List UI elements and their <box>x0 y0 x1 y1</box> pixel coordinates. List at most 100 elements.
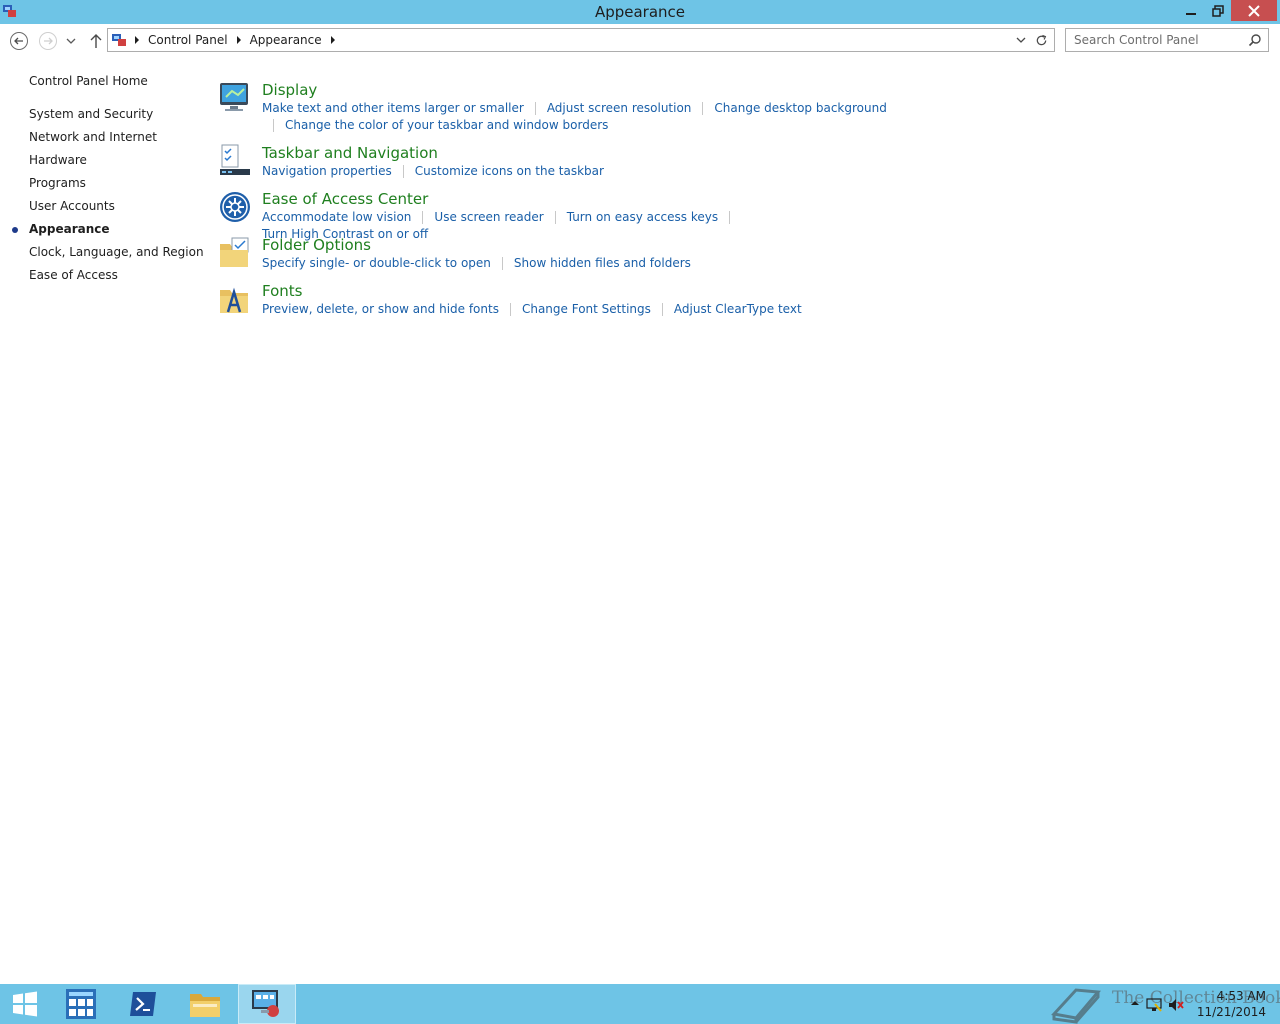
link-divider <box>509 303 511 316</box>
link-change-taskbar-color[interactable]: Change the color of your taskbar and win… <box>285 117 608 134</box>
address-bar[interactable]: Control Panel Appearance <box>107 28 1055 52</box>
link-divider <box>273 119 274 132</box>
link-navigation-properties[interactable]: Navigation properties <box>262 163 392 180</box>
link-preview-fonts[interactable]: Preview, delete, or show and hide fonts <box>262 301 499 318</box>
book-logo-icon <box>1051 988 1102 1024</box>
server-manager-icon <box>66 989 96 1019</box>
link-divider <box>702 102 704 115</box>
link-adjust-cleartype[interactable]: Adjust ClearType text <box>674 301 802 318</box>
restore-icon <box>1212 4 1224 17</box>
taskbar-file-explorer[interactable] <box>176 984 234 1024</box>
up-arrow-icon <box>90 34 102 48</box>
search-input[interactable] <box>1066 29 1244 51</box>
minimize-icon <box>1186 12 1196 15</box>
search-box[interactable] <box>1065 28 1269 52</box>
link-easy-access-keys[interactable]: Turn on easy access keys <box>567 209 718 226</box>
search-icon[interactable] <box>1248 33 1262 47</box>
powershell-icon <box>130 992 156 1016</box>
sidebar-item-system-and-security[interactable]: System and Security <box>29 107 153 121</box>
file-explorer-icon <box>190 994 220 1017</box>
sidebar-item-control-panel-home[interactable]: Control Panel Home <box>29 74 148 88</box>
link-divider <box>554 211 556 224</box>
link-adjust-resolution[interactable]: Adjust screen resolution <box>547 100 692 117</box>
breadcrumb-arrow-icon[interactable] <box>232 36 246 44</box>
windows-logo-icon <box>13 991 37 1017</box>
start-button[interactable] <box>0 984 50 1024</box>
link-accommodate-low-vision[interactable]: Accommodate low vision <box>262 209 411 226</box>
system-tray: The Collection Book 4:53 AM 11/21/2014 <box>1020 984 1280 1024</box>
link-divider <box>661 303 663 316</box>
folder-options-title[interactable]: Folder Options <box>262 236 371 254</box>
chevron-down-icon <box>1016 37 1026 43</box>
taskbar-powershell[interactable] <box>114 984 172 1024</box>
link-divider <box>422 211 424 224</box>
tray-icons <box>1130 998 1184 1012</box>
navigation-bar: Control Panel Appearance <box>0 24 1280 58</box>
active-item-bullet <box>12 227 18 233</box>
sidebar-item-user-accounts[interactable]: User Accounts <box>29 199 115 213</box>
sidebar-item-programs[interactable]: Programs <box>29 176 86 190</box>
folder-options-links: Specify single- or double-click to open … <box>262 255 902 272</box>
back-arrow-icon <box>10 32 28 50</box>
display-title[interactable]: Display <box>262 81 317 99</box>
link-divider <box>501 257 503 270</box>
back-button[interactable] <box>9 31 29 51</box>
link-customize-taskbar-icons[interactable]: Customize icons on the taskbar <box>415 163 604 180</box>
fonts-links: Preview, delete, or show and hide fonts … <box>262 301 902 318</box>
breadcrumb-arrow-icon[interactable] <box>130 36 144 44</box>
sidebar-item-network-and-internet[interactable]: Network and Internet <box>29 130 157 144</box>
close-icon <box>1248 4 1260 17</box>
volume-muted-icon[interactable] <box>1168 998 1184 1012</box>
control-panel-window: Control Panel Appearance Search Control … <box>0 24 1280 984</box>
window-title: Appearance <box>594 3 686 21</box>
network-icon[interactable] <box>1146 998 1162 1012</box>
breadcrumb-control-panel[interactable]: Control Panel <box>144 33 232 47</box>
breadcrumb-arrow-icon[interactable] <box>326 36 340 44</box>
fonts-title[interactable]: Fonts <box>262 282 302 300</box>
chevron-down-icon <box>66 38 76 44</box>
forward-arrow-icon <box>39 32 57 50</box>
taskbar-control-panel[interactable] <box>238 984 296 1024</box>
clock-time: 4:53 AM <box>1216 989 1266 1003</box>
link-change-desktop-background[interactable]: Change desktop background <box>714 100 886 117</box>
breadcrumb: Control Panel Appearance <box>130 29 340 51</box>
minimize-button[interactable] <box>1177 0 1205 21</box>
close-button[interactable] <box>1231 0 1277 21</box>
taskbar-server-manager[interactable] <box>52 984 110 1024</box>
taskbar: The Collection Book 4:53 AM 11/21/2014 <box>0 984 1280 1024</box>
breadcrumb-appearance[interactable]: Appearance <box>246 33 326 47</box>
address-history-dropdown[interactable] <box>1014 33 1028 47</box>
fonts-icon[interactable] <box>218 282 252 316</box>
link-divider <box>402 165 404 178</box>
control-panel-icon <box>112 34 126 46</box>
link-single-double-click[interactable]: Specify single- or double-click to open <box>262 255 491 272</box>
refresh-button[interactable] <box>1033 32 1049 48</box>
sidebar-item-clock-language-region[interactable]: Clock, Language, and Region <box>29 245 204 259</box>
taskbar-navigation-links: Navigation properties Customize icons on… <box>262 163 902 180</box>
link-make-text-larger[interactable]: Make text and other items larger or smal… <box>262 100 524 117</box>
sidebar-item-hardware[interactable]: Hardware <box>29 153 87 167</box>
sidebar-item-appearance[interactable]: Appearance <box>29 222 110 236</box>
taskbar-navigation-title[interactable]: Taskbar and Navigation <box>262 144 438 162</box>
refresh-icon <box>1036 34 1046 45</box>
show-hidden-icons-icon[interactable] <box>1130 998 1140 1008</box>
recent-locations-button[interactable] <box>64 31 78 51</box>
clock[interactable]: 4:53 AM 11/21/2014 <box>1197 988 1266 1020</box>
link-use-screen-reader[interactable]: Use screen reader <box>434 209 543 226</box>
display-icon[interactable] <box>218 81 252 115</box>
up-button[interactable] <box>86 31 106 51</box>
display-links: Make text and other items larger or smal… <box>262 100 902 134</box>
link-divider <box>729 211 731 224</box>
restore-button[interactable] <box>1204 0 1232 21</box>
sidebar-item-ease-of-access[interactable]: Ease of Access <box>29 268 118 282</box>
link-show-hidden-files[interactable]: Show hidden files and folders <box>514 255 691 272</box>
ease-of-access-center-title[interactable]: Ease of Access Center <box>262 190 428 208</box>
control-panel-icon <box>252 990 279 1017</box>
link-change-font-settings[interactable]: Change Font Settings <box>522 301 651 318</box>
ease-of-access-icon[interactable] <box>218 190 252 224</box>
forward-button[interactable] <box>38 31 58 51</box>
folder-options-icon[interactable] <box>218 236 252 270</box>
taskbar-icon[interactable] <box>218 144 252 178</box>
link-divider <box>534 102 536 115</box>
clock-date: 11/21/2014 <box>1196 1005 1266 1019</box>
